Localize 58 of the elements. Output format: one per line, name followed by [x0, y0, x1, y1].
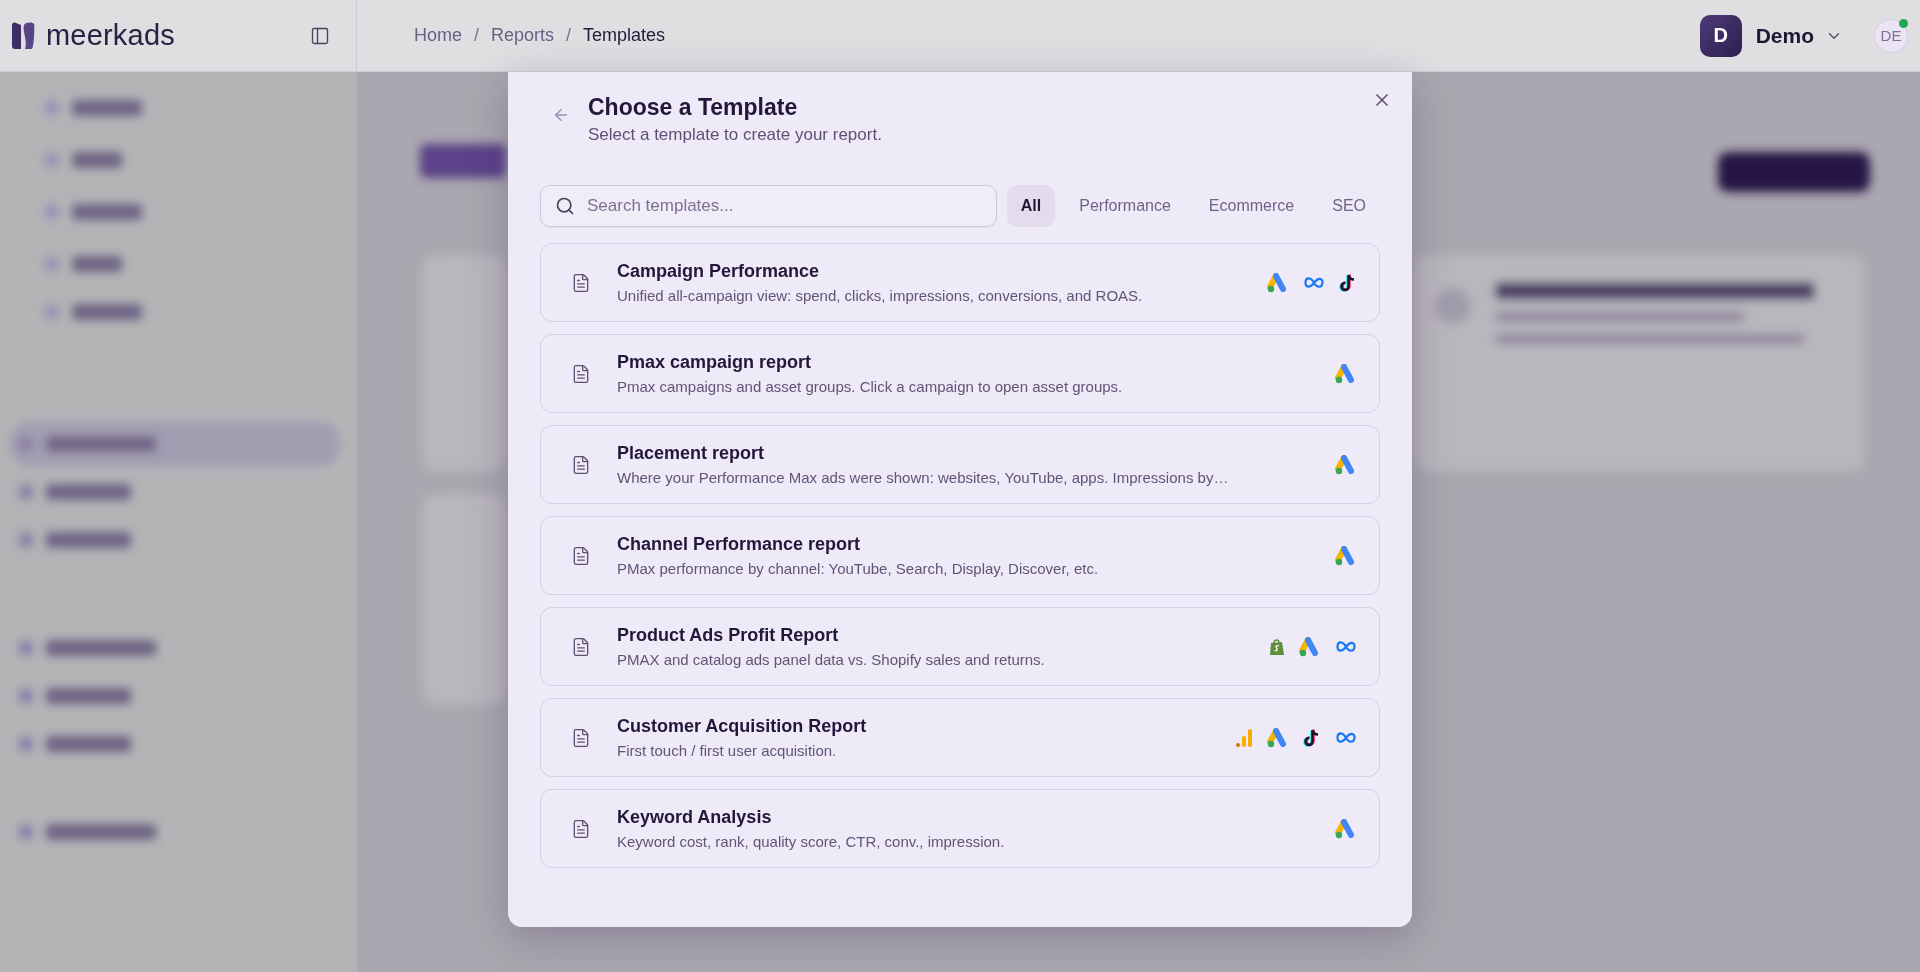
breadcrumb-link[interactable]: Reports [491, 25, 555, 46]
template-description: PMax performance by channel: YouTube, Search, Display, Discover, etc. [617, 560, 1100, 577]
search-field[interactable]: Search templates... [540, 185, 997, 227]
template-description: Unified all-campaign view: spend, clicks, impressions, conversions, and ROAS. [617, 287, 1144, 304]
template-row[interactable]: Placement report Where your Performance Max ads were shown: websites, YouTube, apps. Impressions by… [540, 425, 1380, 504]
document-icon [571, 454, 591, 475]
triangle-logo-icon [1335, 545, 1357, 566]
template-row[interactable]: Product Ads Profit Report PMAX and catalog ads panel data vs. Shopify sales and returns. [540, 607, 1380, 686]
infinity-logo-icon [1335, 730, 1357, 745]
filter-tab[interactable]: Ecommerce [1194, 185, 1309, 227]
breadcrumb-link[interactable]: Templates [583, 25, 666, 46]
template-row[interactable]: Channel Performance report PMax performance by channel: YouTube, Search, Display, Discover, etc. [540, 516, 1380, 595]
workspace-switcher[interactable]: D Demo [1699, 14, 1840, 57]
user-avatar[interactable]: DE [1874, 18, 1908, 53]
breadcrumb-separator: / [566, 25, 572, 46]
breadcrumb-separator: / [474, 25, 480, 46]
template-description: PMAX and catalog ads panel data vs. Shopify sales and returns. [617, 651, 1046, 668]
logo-text: meerkads [46, 19, 175, 52]
infinity-logo-icon [1303, 275, 1325, 290]
template-description: First touch / first user acquisition. [617, 742, 838, 759]
template-title: Keyword Analysis [617, 807, 773, 828]
dialog-title: Choose a Template [588, 94, 799, 121]
dialog-subtitle: Select a template to create your report. [588, 125, 882, 145]
template-row[interactable]: Pmax campaign report Pmax campaigns and asset groups. Click a campaign to open asset groups. [540, 334, 1380, 413]
template-description: Pmax campaigns and asset groups. Click a campaign to open asset groups. [617, 378, 1124, 395]
triangle-logo-icon [1299, 636, 1321, 657]
bar-chart-icon [1235, 727, 1253, 748]
template-title: Pmax campaign report [617, 352, 813, 373]
shopping-bag-icon [1269, 637, 1285, 656]
filter-tab[interactable]: All [1006, 185, 1056, 227]
triangle-logo-icon [1267, 727, 1289, 748]
document-icon [571, 363, 591, 384]
triangle-logo-icon [1267, 272, 1289, 293]
template-title: Channel Performance report [617, 534, 862, 555]
triangle-logo-icon [1335, 454, 1357, 475]
template-description: Where your Performance Max ads were shown: websites, YouTube, apps. Impressions by… [617, 469, 1230, 486]
template-row[interactable]: Campaign Performance Unified all-campaign view: spend, clicks, impressions, conversions, and ROAS. [540, 243, 1380, 322]
chevron-down-icon [1828, 31, 1840, 40]
infinity-logo-icon [1335, 639, 1357, 654]
document-icon [571, 727, 591, 748]
music-note-icon [1303, 727, 1321, 748]
music-note-icon [1339, 272, 1357, 293]
document-icon [571, 818, 591, 839]
template-title: Product Ads Profit Report [617, 625, 840, 646]
template-description: Keyword cost, rank, quality score, CTR, conv., impression. [617, 833, 1006, 850]
document-icon [571, 636, 591, 657]
triangle-logo-icon [1335, 363, 1357, 384]
template-row[interactable]: Customer Acquisition Report First touch / first user acquisition. [540, 698, 1380, 777]
template-title: Placement report [617, 443, 766, 464]
filter-tab[interactable]: SEO [1318, 185, 1380, 227]
template-row[interactable]: Keyword Analysis Keyword cost, rank, quality score, CTR, conv., impression. [540, 789, 1380, 868]
breadcrumb-link[interactable]: Home [414, 25, 462, 46]
document-icon [571, 545, 591, 566]
filter-tab[interactable]: Performance [1065, 185, 1185, 227]
document-icon [571, 272, 591, 293]
template-title: Campaign Performance [617, 261, 821, 282]
triangle-logo-icon [1335, 818, 1357, 839]
template-title: Customer Acquisition Report [617, 716, 868, 737]
